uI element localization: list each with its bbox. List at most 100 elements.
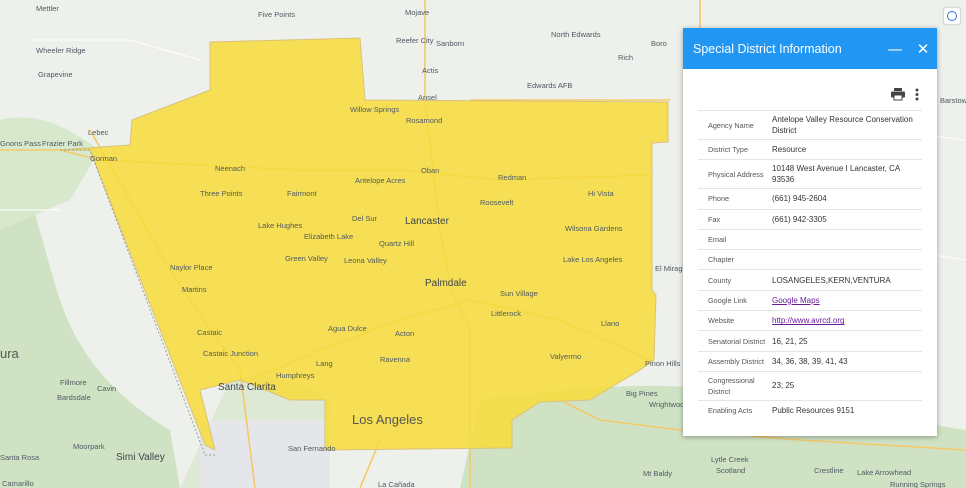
row-label: District Type	[698, 138, 766, 160]
table-row: Fax (661) 942-3305	[698, 208, 922, 230]
row-value: 10148 West Avenue I Lancaster, CA 93536	[766, 159, 922, 189]
place-label: Sun Village	[500, 289, 538, 298]
place-label: Bardsdale	[57, 393, 91, 402]
place-label: ura	[0, 346, 20, 361]
place-label: Moorpark	[73, 442, 105, 451]
place-label: Martins	[182, 285, 207, 294]
place-label: Lang	[316, 359, 333, 368]
table-row: Senatorial District 16, 21, 25	[698, 330, 922, 352]
row-value: Public Resources 9151	[766, 399, 922, 421]
row-value: Resource	[766, 138, 922, 160]
place-label: Naylor Place	[170, 263, 213, 272]
place-label: Fillmore	[60, 378, 87, 387]
row-label: Enabling Acts	[698, 399, 766, 421]
place-label: Lake Hughes	[258, 221, 302, 230]
minimize-button[interactable]: —	[881, 40, 909, 58]
place-label: Sanborn	[436, 39, 464, 48]
place-label: Los Angeles	[352, 412, 423, 427]
place-label: Running Springs	[890, 480, 946, 488]
row-value: LOSANGELES,KERN,VENTURA	[766, 269, 922, 291]
place-label: Quartz Hill	[379, 239, 414, 248]
place-label: Scotland	[716, 466, 745, 475]
place-label: Gnons Pass	[0, 139, 41, 148]
panel-header: Special District Information — ✕	[683, 28, 937, 69]
place-label: Valyermo	[550, 352, 581, 361]
row-value: 16, 21, 25	[766, 330, 922, 352]
place-label: Lake Los Angeles	[563, 255, 622, 264]
place-label: Leona Valley	[344, 256, 387, 265]
map-layer-button[interactable]	[944, 8, 960, 24]
place-label: Ansel	[418, 93, 437, 102]
print-button[interactable]	[891, 88, 905, 105]
table-row: Website http://www.avrcd.org	[698, 310, 922, 331]
website-link[interactable]: http://www.avrcd.org	[772, 316, 844, 325]
place-label: Neenach	[215, 164, 245, 173]
place-label: Acton	[395, 329, 414, 338]
row-label: Chapter	[698, 249, 766, 270]
place-label: Barstow	[940, 96, 966, 105]
place-label: Pinon Hills	[645, 359, 681, 368]
place-label: Llano	[601, 319, 619, 328]
place-label: North Edwards	[551, 30, 601, 39]
close-button[interactable]: ✕	[909, 40, 937, 58]
more-options-button[interactable]	[915, 88, 919, 105]
place-label: El Mirage	[655, 264, 687, 273]
place-label: Gorman	[90, 154, 117, 163]
table-row: Email	[698, 228, 922, 250]
row-label: Website	[698, 310, 766, 331]
layers-icon	[947, 11, 957, 21]
place-label: Big Pines	[626, 389, 658, 398]
place-label: Mojave	[405, 8, 429, 17]
place-label: Mt Baldy	[643, 469, 672, 478]
place-label: Oban	[421, 166, 439, 175]
place-label: Hi Vista	[588, 189, 615, 198]
place-label: Ravenna	[380, 355, 411, 364]
place-label: Lebec	[88, 128, 109, 137]
place-label: Littlerock	[491, 309, 521, 318]
row-label: County	[698, 269, 766, 291]
table-row: Phone (661) 945-2604	[698, 188, 922, 210]
row-label: Senatorial District	[698, 330, 766, 352]
place-label: Lancaster	[405, 216, 450, 227]
place-label: Reefer City	[396, 36, 434, 45]
place-label: Lytle Creek	[711, 455, 749, 464]
place-label: Del Sur	[352, 214, 378, 223]
place-label: Santa Clarita	[218, 382, 276, 393]
place-label: Wilsona Gardens	[565, 224, 623, 233]
urban-area	[200, 420, 330, 488]
table-row: Enabling Acts Public Resources 9151	[698, 399, 922, 421]
table-row: Physical Address 10148 West Avenue I Lanc…	[698, 159, 922, 189]
place-label: Antelope Acres	[355, 176, 406, 185]
row-label: Google Link	[698, 289, 766, 311]
place-label: Rich	[618, 53, 633, 62]
place-label: Agua Dulce	[328, 324, 367, 333]
row-value	[766, 228, 922, 250]
place-label: Castaic Junction	[203, 349, 258, 358]
place-label: Roosevelt	[480, 198, 514, 207]
place-label: Lake Arrowhead	[857, 468, 911, 477]
row-value: Antelope Valley Resource Conservation Di…	[766, 110, 922, 140]
place-label: Willow Springs	[350, 105, 399, 114]
place-label: Humphreys	[276, 371, 315, 380]
row-label: Physical Address	[698, 159, 766, 189]
row-label: Email	[698, 228, 766, 250]
row-label: Congressional District	[698, 370, 766, 401]
place-label: Boro	[651, 39, 667, 48]
place-label: Five Points	[258, 10, 295, 19]
google-maps-link[interactable]: Google Maps	[772, 296, 820, 305]
place-label: Cavin	[97, 384, 116, 393]
place-label: Fairmont	[287, 189, 318, 198]
place-label: La Cañada	[378, 480, 416, 488]
place-label: Grapevine	[38, 70, 73, 79]
place-label: Rosamond	[406, 116, 442, 125]
table-row: County LOSANGELES,KERN,VENTURA	[698, 269, 922, 291]
place-label: Mettler	[36, 4, 59, 13]
row-value	[766, 249, 922, 270]
place-label: Simi Valley	[116, 452, 165, 463]
table-row: Agency Name Antelope Valley Resource Cons…	[698, 110, 922, 140]
place-label: San Fernando	[288, 444, 336, 453]
panel-title: Special District Information	[693, 41, 842, 56]
place-label: Castaic	[197, 328, 222, 337]
row-value: (661) 945-2604	[766, 188, 922, 210]
panel-toolbar	[683, 83, 937, 110]
